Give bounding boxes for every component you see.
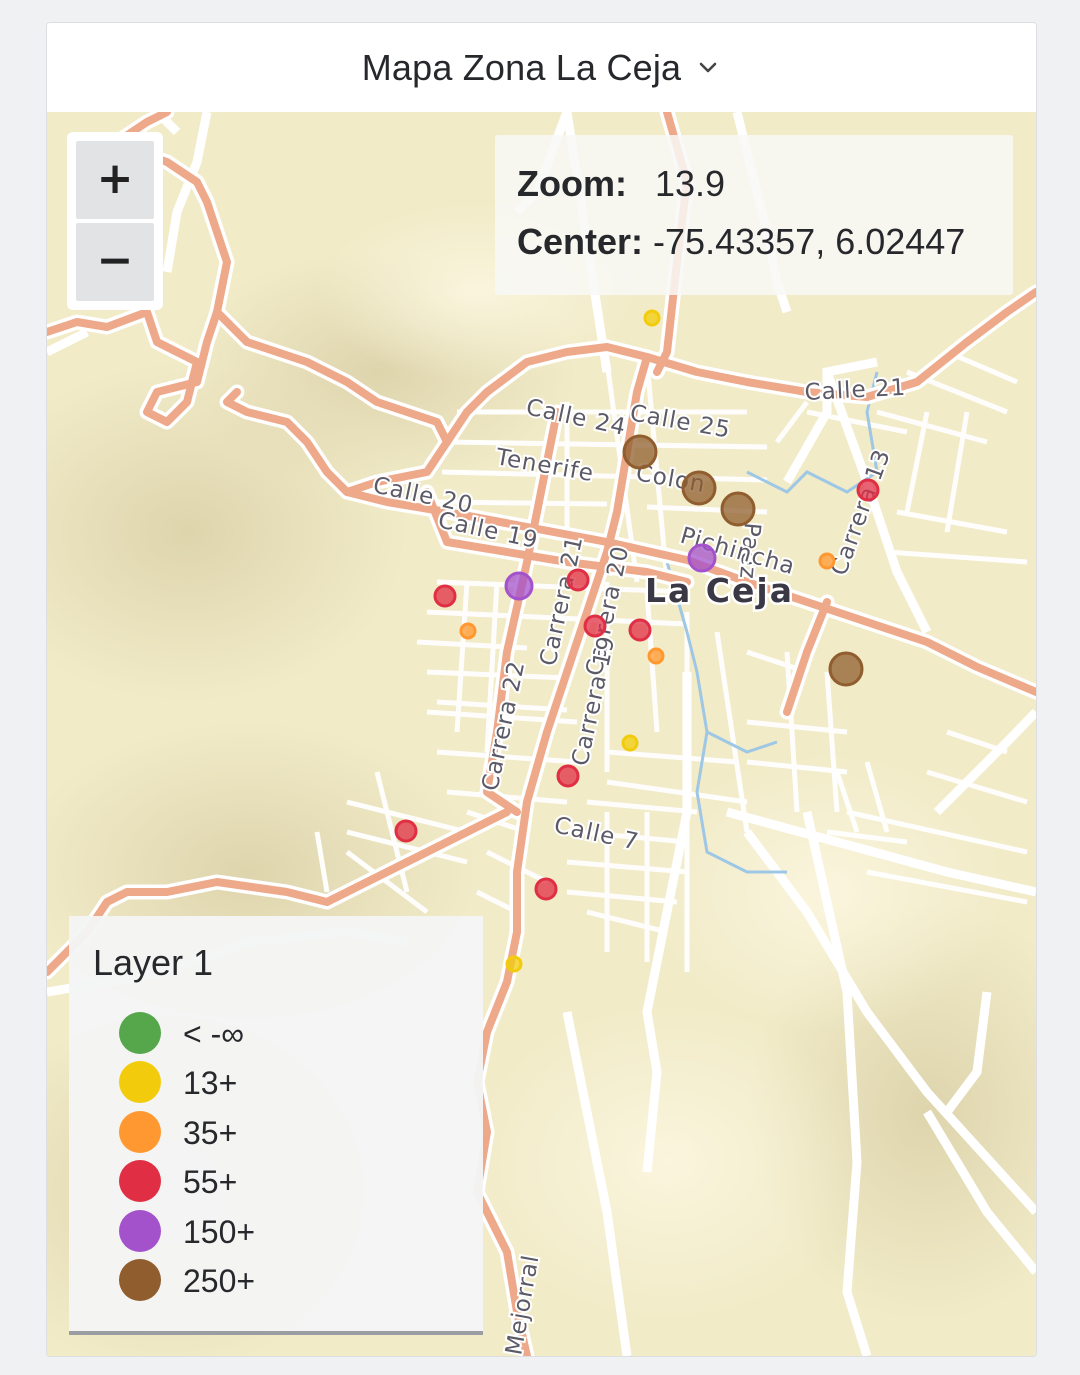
center-value: -75.43357, 6.02447	[653, 221, 966, 262]
data-marker[interactable]	[622, 434, 658, 470]
legend-item: 150+	[119, 1210, 459, 1254]
map-panel: Mapa Zona La Ceja Calle 21 Calle 24 Call…	[46, 22, 1037, 1357]
legend-swatch	[119, 1210, 161, 1252]
city-label: La Ceja	[645, 571, 794, 610]
center-info: Center: -75.43357, 6.02447	[517, 221, 965, 263]
data-marker[interactable]	[828, 651, 864, 687]
map-legend: Layer 1 < -∞ 13+ 35+ 55+ 150+ 250+	[69, 916, 483, 1335]
panel-title[interactable]: Mapa Zona La Ceja	[362, 47, 682, 89]
legend-swatch	[119, 1111, 161, 1153]
legend-swatch	[119, 1061, 161, 1103]
data-marker[interactable]	[534, 877, 558, 901]
data-marker[interactable]	[647, 647, 665, 665]
data-marker[interactable]	[504, 571, 534, 601]
panel-header[interactable]: Mapa Zona La Ceja	[47, 23, 1036, 112]
legend-label: 55+	[183, 1164, 238, 1200]
legend-label: 35+	[183, 1115, 238, 1151]
zoom-control: + −	[67, 132, 163, 310]
data-marker[interactable]	[628, 618, 652, 642]
legend-label: 150+	[183, 1214, 256, 1250]
legend-item: 35+	[119, 1111, 459, 1155]
legend-label: < -∞	[183, 1016, 245, 1052]
legend-swatch	[119, 1160, 161, 1202]
street-label: Calle 21	[804, 375, 907, 406]
data-marker[interactable]	[621, 734, 639, 752]
legend-label: 13+	[183, 1065, 238, 1101]
legend-swatch	[119, 1259, 161, 1301]
zoom-out-button[interactable]: −	[76, 223, 154, 301]
zoom-in-button[interactable]: +	[76, 141, 154, 219]
data-marker[interactable]	[505, 955, 523, 973]
chevron-down-icon[interactable]	[695, 55, 721, 81]
data-marker[interactable]	[720, 491, 756, 527]
data-marker[interactable]	[394, 819, 418, 843]
data-marker[interactable]	[681, 470, 717, 506]
zoom-key: Zoom:	[517, 163, 627, 204]
legend-item: 250+	[119, 1259, 459, 1303]
street-label: Carrera 22	[477, 658, 530, 793]
street-label: Calle 7	[552, 812, 642, 855]
zoom-info: Zoom: 13.9	[517, 163, 725, 205]
legend-label: 250+	[183, 1263, 256, 1299]
map-info-box: Zoom: 13.9 Center: -75.43357, 6.02447	[495, 135, 1013, 295]
data-marker[interactable]	[818, 552, 836, 570]
data-marker[interactable]	[433, 584, 457, 608]
legend-title: Layer 1	[93, 942, 214, 983]
data-marker[interactable]	[856, 478, 880, 502]
legend-item: 13+	[119, 1061, 459, 1105]
data-marker[interactable]	[566, 568, 590, 592]
data-marker[interactable]	[459, 622, 477, 640]
data-marker[interactable]	[643, 309, 661, 327]
data-marker[interactable]	[687, 543, 717, 573]
legend-item: 55+	[119, 1160, 459, 1204]
map-canvas[interactable]: Calle 21 Calle 24 Calle 25 Tenerife Colo…	[47, 112, 1036, 1356]
center-key: Center:	[517, 221, 644, 262]
data-marker[interactable]	[583, 614, 607, 638]
legend-swatch	[119, 1012, 161, 1054]
legend-item: < -∞	[119, 1012, 459, 1056]
data-marker[interactable]	[556, 764, 580, 788]
zoom-value: 13.9	[655, 163, 726, 204]
